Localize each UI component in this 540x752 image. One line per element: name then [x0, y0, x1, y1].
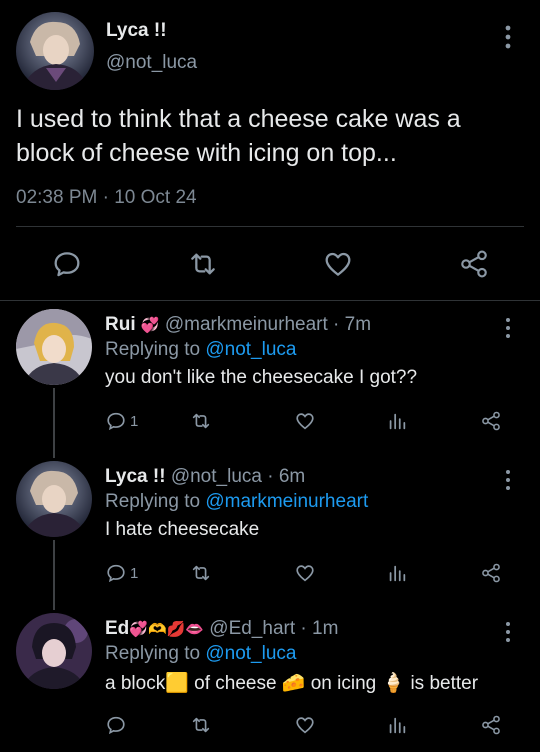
- avatar[interactable]: [16, 613, 92, 689]
- tweet-text: I used to think that a cheese cake was a…: [16, 105, 461, 167]
- reply-icon: [54, 252, 80, 277]
- analytics-icon: [389, 565, 406, 582]
- analytics-icon: [389, 717, 406, 734]
- reply-tweet[interactable]: Rui 💞 @markmeinurheart · 7m Replying to …: [0, 309, 540, 459]
- analytics-button[interactable]: [386, 713, 408, 737]
- reply-count: 1: [130, 412, 139, 430]
- reply-icon: [107, 412, 125, 431]
- retweet-button[interactable]: [190, 713, 212, 737]
- like-button[interactable]: [294, 561, 316, 585]
- retweet-button[interactable]: [190, 409, 212, 433]
- like-button[interactable]: [294, 409, 316, 433]
- name-emoji: 💞🫶💋👄: [129, 621, 204, 638]
- share-icon: [461, 250, 487, 278]
- reply-text: you don't like the cheesecake I got??: [105, 367, 418, 388]
- share-icon: [482, 563, 500, 583]
- reply-button[interactable]: [105, 713, 130, 737]
- name-emoji: 💞: [140, 317, 160, 334]
- reply-icon: [107, 564, 125, 583]
- author-name[interactable]: Lyca !!: [106, 20, 167, 42]
- share-icon: [482, 715, 500, 735]
- author-handle-time: @Ed_hart · 1m: [209, 618, 339, 639]
- replying-label: Replying to: [105, 491, 201, 512]
- reply-icon: [107, 716, 125, 735]
- retweet-icon: [192, 565, 210, 581]
- reply-button[interactable]: 1: [105, 409, 138, 433]
- retweet-icon: [191, 253, 215, 275]
- analytics-icon: [389, 413, 406, 430]
- avatar[interactable]: [16, 309, 92, 385]
- replying-to-mention[interactable]: @markmeinurheart: [205, 491, 368, 512]
- share-icon: [482, 411, 500, 431]
- reply-text: a block🟨 of cheese 🧀 on icing 🍦 is bette…: [105, 673, 479, 694]
- retweet-button[interactable]: [187, 248, 219, 280]
- avatar[interactable]: [16, 461, 92, 537]
- replying-label: Replying to: [105, 643, 201, 664]
- like-button[interactable]: [322, 248, 354, 280]
- reply-tweet[interactable]: Ed💞🫶💋👄 @Ed_hart · 1m Replying to @not_lu…: [0, 613, 540, 752]
- author-handle-time: @markmeinurheart · 7m: [164, 314, 372, 335]
- timestamp: 02:38 PM · 10 Oct 24: [16, 187, 197, 208]
- analytics-button[interactable]: [386, 409, 408, 433]
- author-name[interactable]: Ed: [105, 618, 129, 639]
- main-tweet: Lyca !! @not_luca I used to think that a…: [0, 0, 540, 300]
- share-button[interactable]: [480, 561, 502, 585]
- author-handle[interactable]: @not_luca: [106, 52, 197, 74]
- retweet-button[interactable]: [190, 561, 212, 585]
- replying-to-mention[interactable]: @not_luca: [205, 339, 296, 360]
- author-name[interactable]: Lyca !!: [105, 466, 166, 487]
- author-handle-time: @not_luca · 6m: [170, 466, 306, 487]
- retweet-icon: [192, 717, 210, 733]
- analytics-button[interactable]: [386, 561, 408, 585]
- like-icon: [296, 717, 314, 734]
- like-button[interactable]: [294, 713, 316, 737]
- replying-label: Replying to: [105, 339, 201, 360]
- like-icon: [325, 252, 351, 276]
- retweet-icon: [192, 413, 210, 429]
- author-name[interactable]: Rui: [105, 314, 136, 335]
- like-icon: [296, 413, 314, 430]
- reply-text: I hate cheesecake: [105, 519, 260, 540]
- divider: [16, 226, 524, 227]
- more-options-icon[interactable]: [500, 317, 516, 339]
- more-options-icon[interactable]: [500, 24, 516, 50]
- share-button[interactable]: [480, 713, 502, 737]
- reply-count: 1: [130, 564, 139, 582]
- replying-to-mention[interactable]: @not_luca: [205, 643, 296, 664]
- share-button[interactable]: [458, 248, 490, 280]
- divider: [0, 300, 540, 301]
- reply-tweet[interactable]: Lyca !! @not_luca · 6m Replying to @mark…: [0, 461, 540, 611]
- reply-button[interactable]: 1: [105, 561, 138, 585]
- share-button[interactable]: [480, 409, 502, 433]
- more-options-icon[interactable]: [500, 621, 516, 643]
- reply-button[interactable]: [51, 248, 83, 280]
- more-options-icon[interactable]: [500, 469, 516, 491]
- like-icon: [296, 565, 314, 582]
- avatar[interactable]: [16, 12, 94, 90]
